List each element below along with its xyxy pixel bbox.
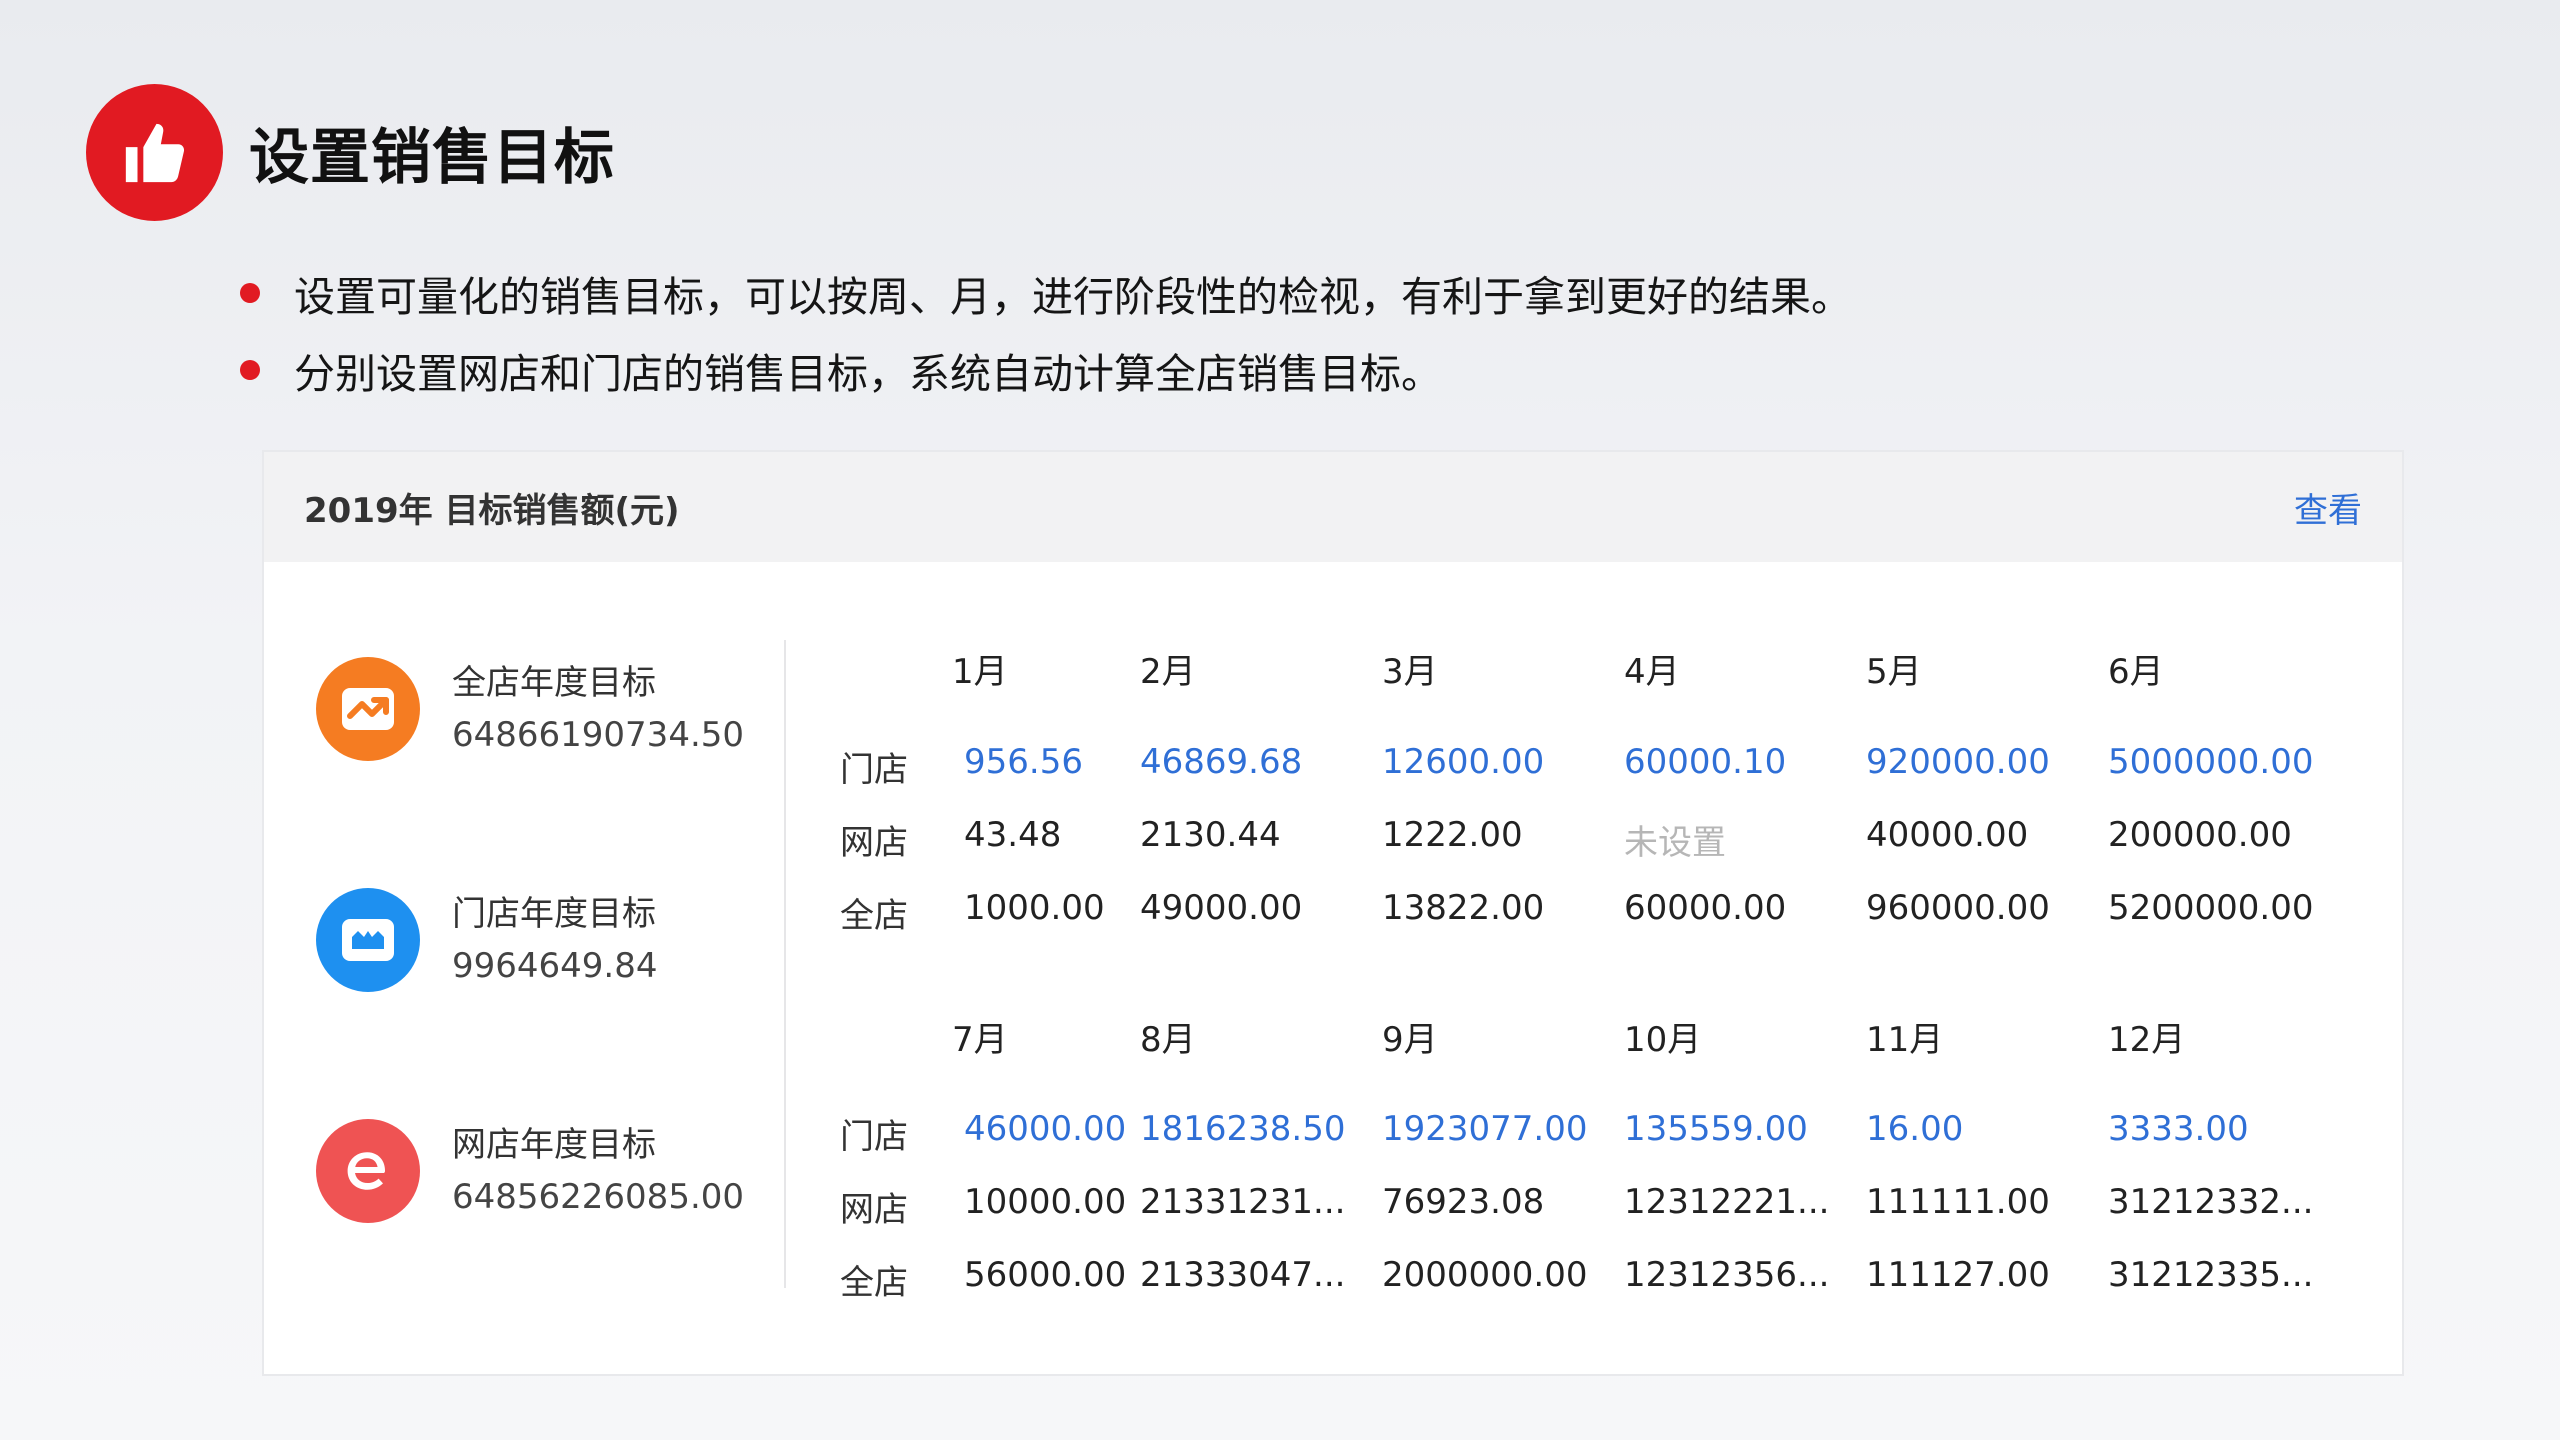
- month-label: 10月: [1624, 1020, 1702, 1060]
- store-target-link[interactable]: 60000.10: [1624, 742, 1839, 782]
- store-icon: [316, 888, 420, 992]
- online-target: 76923.08: [1382, 1182, 1545, 1222]
- total-target: 31212335...: [2108, 1255, 2314, 1295]
- store-target-link[interactable]: 1816238.50: [1140, 1109, 1355, 1149]
- total-target: 2000000.00: [1382, 1255, 1588, 1295]
- month-label: 2月: [1140, 652, 1196, 692]
- row-label-total: 全店: [840, 1263, 908, 1303]
- summary-value: 64866190734.50: [452, 715, 745, 755]
- column-divider: [784, 640, 786, 1288]
- slide-header: 设置销售目标: [86, 84, 615, 221]
- summary-item-store: 门店年度目标 9964649.84: [316, 888, 744, 992]
- month-label: 3月: [1382, 652, 1438, 692]
- online-target: 21331231...: [1140, 1182, 1346, 1222]
- bullet-dot-icon: [240, 282, 260, 303]
- online-target: 1222.00: [1382, 815, 1523, 855]
- month-label: 1月: [952, 652, 1008, 692]
- row-label-total: 全店: [840, 896, 908, 936]
- row-label-store: 门店: [840, 1117, 908, 1157]
- store-target-link[interactable]: 3333.00: [2108, 1109, 2323, 1149]
- bullet-item: 设置可量化的销售目标，可以按周、月，进行阶段性的检视，有利于拿到更好的结果。: [238, 254, 1852, 331]
- store-target-link[interactable]: 46869.68: [1140, 742, 1355, 782]
- thumbs-up-icon: [86, 84, 223, 221]
- store-target-link[interactable]: 12600.00: [1382, 742, 1597, 782]
- summary-value: 9964649.84: [452, 946, 658, 986]
- online-target: 31212332...: [2108, 1182, 2314, 1222]
- card-header: 2019年 目标销售额(元) 查看: [264, 452, 2402, 562]
- row-label-store: 门店: [840, 750, 908, 790]
- online-target: 200000.00: [2108, 815, 2292, 855]
- month-label: 6月: [2108, 652, 2164, 692]
- month-label: 5月: [1866, 652, 1922, 692]
- total-target: 60000.00: [1624, 888, 1787, 928]
- store-target-link[interactable]: 1923077.00: [1382, 1109, 1597, 1149]
- online-target: 12312221...: [1624, 1182, 1830, 1222]
- store-target-link[interactable]: 135559.00: [1624, 1109, 1839, 1149]
- summary-item-online: 网店年度目标 64856226085.00: [316, 1119, 744, 1223]
- bullet-list: 设置可量化的销售目标，可以按周、月，进行阶段性的检视，有利于拿到更好的结果。 分…: [238, 254, 1852, 408]
- sales-target-card: 2019年 目标销售额(元) 查看 全店年度目标 64866190734.50: [262, 450, 2404, 1376]
- e-shop-icon: [316, 1119, 420, 1223]
- annual-summary: 全店年度目标 64866190734.50 门店年度目标 9964649.84: [316, 657, 744, 1350]
- row-label-online: 网店: [840, 823, 908, 863]
- bullet-dot-icon: [240, 359, 260, 380]
- month-label: 7月: [952, 1020, 1008, 1060]
- total-target: 5200000.00: [2108, 888, 2314, 928]
- summary-item-total: 全店年度目标 64866190734.50: [316, 657, 744, 761]
- store-target-link[interactable]: 16.00: [1866, 1109, 2081, 1149]
- month-label: 12月: [2108, 1020, 2186, 1060]
- online-target: 111111.00: [1866, 1182, 2050, 1222]
- summary-label: 门店年度目标: [452, 894, 656, 934]
- online-target: 40000.00: [1866, 815, 2029, 855]
- online-target-unset: 未设置: [1624, 823, 1726, 863]
- bullet-item: 分别设置网店和门店的销售目标，系统自动计算全店销售目标。: [238, 331, 1852, 408]
- month-label: 9月: [1382, 1020, 1438, 1060]
- card-title: 2019年 目标销售额(元): [304, 490, 680, 531]
- row-label-online: 网店: [840, 1190, 908, 1230]
- online-target: 2130.44: [1140, 815, 1281, 855]
- total-target: 111127.00: [1866, 1255, 2050, 1295]
- total-target: 49000.00: [1140, 888, 1303, 928]
- summary-label: 网店年度目标: [452, 1125, 656, 1165]
- total-target: 21333047...: [1140, 1255, 1346, 1295]
- summary-value: 64856226085.00: [452, 1177, 745, 1217]
- summary-label: 全店年度目标: [452, 663, 656, 703]
- total-target: 13822.00: [1382, 888, 1545, 928]
- month-label: 4月: [1624, 652, 1680, 692]
- month-label: 8月: [1140, 1020, 1196, 1060]
- bullet-text: 分别设置网店和门店的销售目标，系统自动计算全店销售目标。: [294, 349, 1442, 398]
- slide-title: 设置销售目标: [249, 123, 615, 193]
- total-target: 12312356...: [1624, 1255, 1830, 1295]
- trend-chart-icon: [316, 657, 420, 761]
- store-target-link[interactable]: 920000.00: [1866, 742, 2081, 782]
- store-target-link[interactable]: 5000000.00: [2108, 742, 2323, 782]
- month-label: 11月: [1866, 1020, 1944, 1060]
- total-target: 960000.00: [1866, 888, 2050, 928]
- bullet-text: 设置可量化的销售目标，可以按周、月，进行阶段性的检视，有利于拿到更好的结果。: [294, 272, 1852, 321]
- view-link[interactable]: 查看: [2294, 483, 2362, 532]
